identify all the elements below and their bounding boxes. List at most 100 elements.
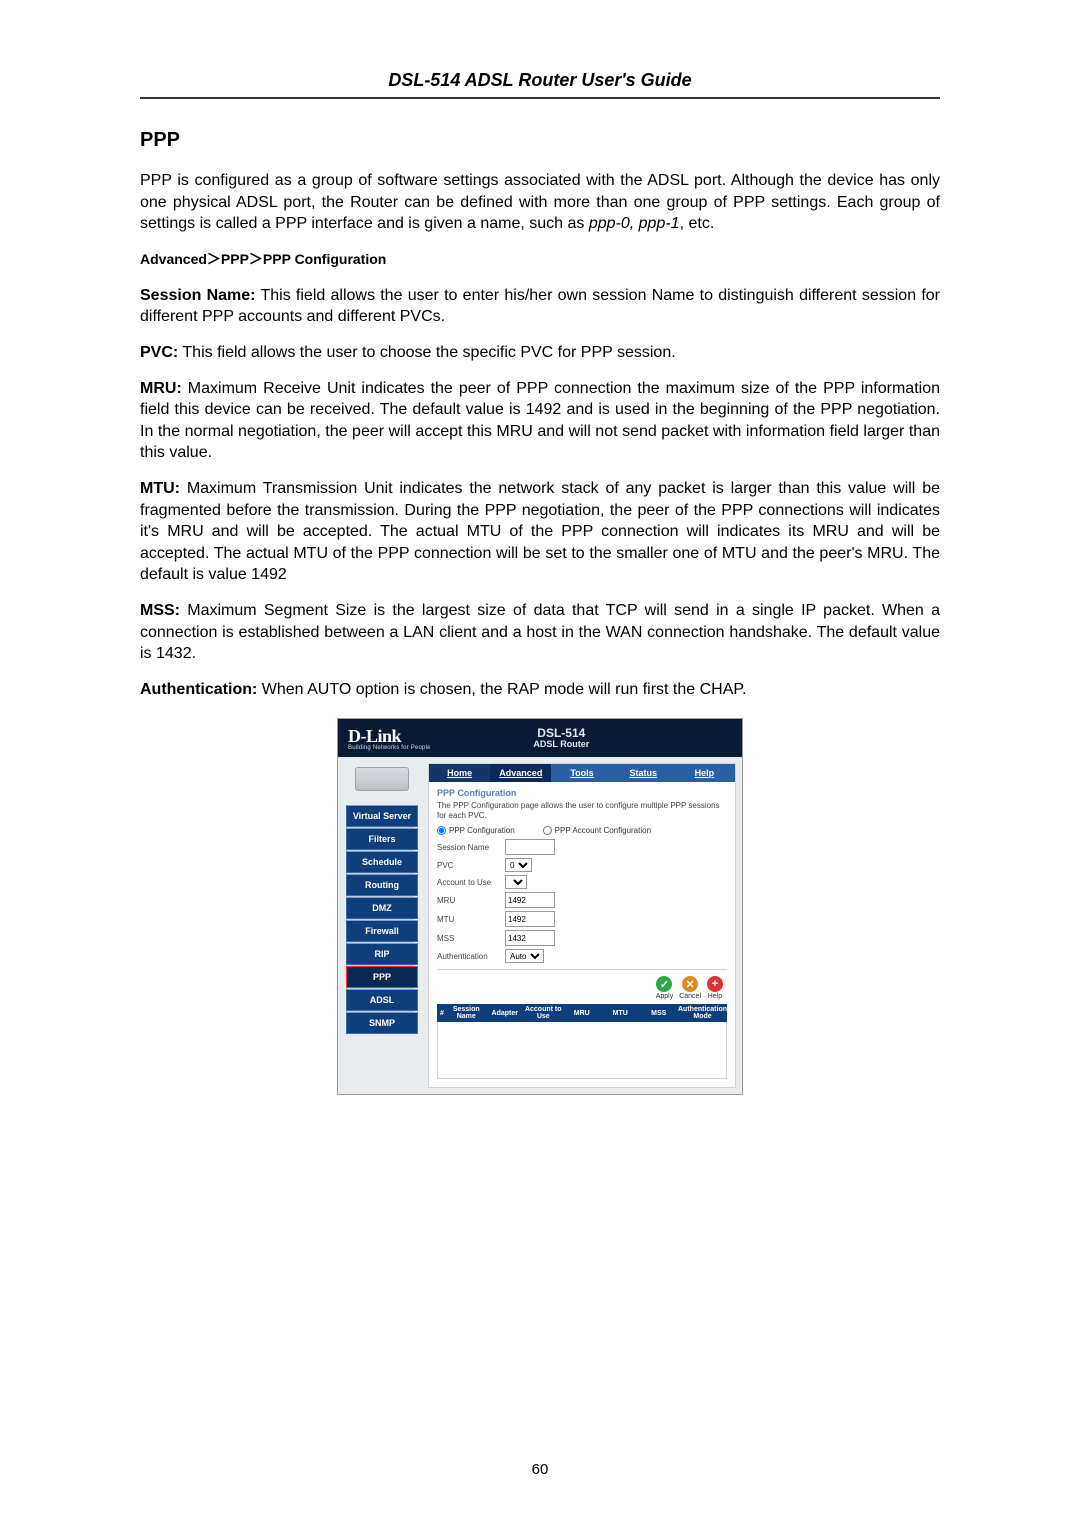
lbl-mtu-f: MTU bbox=[437, 915, 505, 924]
row-account: Account to Use bbox=[437, 875, 727, 889]
shot-body: Virtual ServerFiltersScheduleRoutingDMZF… bbox=[338, 757, 742, 1094]
panel-desc: The PPP Configuration page allows the us… bbox=[437, 801, 727, 820]
para-session-name: Session Name: This field allows the user… bbox=[140, 285, 940, 328]
tab-advanced[interactable]: Advanced bbox=[490, 764, 551, 782]
intro-example: ppp-0, ppp-1 bbox=[589, 215, 680, 232]
lbl-session-name: Session Name bbox=[437, 843, 505, 852]
radio-ppp-account[interactable]: PPP Account Configuration bbox=[543, 826, 651, 835]
text-pvc: This field allows the user to choose the… bbox=[178, 344, 675, 361]
model-block: DSL-514 ADSL Router bbox=[533, 727, 589, 749]
label-auth: Authentication: bbox=[140, 681, 257, 698]
select-account[interactable] bbox=[505, 875, 527, 889]
header-rule bbox=[140, 97, 940, 99]
row-mss: MSS bbox=[437, 930, 727, 946]
table-body-empty bbox=[437, 1022, 727, 1079]
th-num: # bbox=[437, 1010, 447, 1017]
input-session-name[interactable] bbox=[505, 839, 555, 855]
cancel-button[interactable]: ✕Cancel bbox=[679, 976, 701, 1000]
sidebar-item-firewall[interactable]: Firewall bbox=[346, 920, 418, 942]
sidebar-item-snmp[interactable]: SNMP bbox=[346, 1012, 418, 1034]
text-auth: When AUTO option is chosen, the RAP mode… bbox=[257, 681, 746, 698]
label-session-name: Session Name: bbox=[140, 287, 256, 304]
sidebar-item-rip[interactable]: RIP bbox=[346, 943, 418, 965]
lbl-mss-f: MSS bbox=[437, 934, 505, 943]
tab-home[interactable]: Home bbox=[429, 764, 490, 782]
model-sub: ADSL Router bbox=[533, 740, 589, 749]
sidebar-item-virtual-server[interactable]: Virtual Server bbox=[346, 805, 418, 827]
sidebar-item-routing[interactable]: Routing bbox=[346, 874, 418, 896]
radio-ppp-config[interactable]: PPP Configuration bbox=[437, 826, 515, 835]
th-auth: Authentication Mode bbox=[678, 1006, 727, 1020]
breadcrumb: Advanced＞PPP＞PPP Configuration bbox=[140, 249, 940, 269]
top-bar: D-Link Building Networks for People DSL-… bbox=[338, 719, 742, 757]
row-mtu: MTU bbox=[437, 911, 727, 927]
para-mss: MSS: Maximum Segment Size is the largest… bbox=[140, 600, 940, 665]
panel-inner: PPP Configuration The PPP Configuration … bbox=[429, 782, 735, 1087]
para-mtu: MTU: Maximum Transmission Unit indicates… bbox=[140, 478, 940, 586]
text-mtu: Maximum Transmission Unit indicates the … bbox=[140, 480, 940, 583]
text-mru: Maximum Receive Unit indicates the peer … bbox=[140, 380, 940, 462]
section-heading-ppp: PPP bbox=[140, 129, 940, 152]
label-mru: MRU: bbox=[140, 380, 182, 397]
apply-button[interactable]: ✓Apply bbox=[656, 976, 674, 1000]
panel-title: PPP Configuration bbox=[437, 788, 727, 798]
label-pvc: PVC: bbox=[140, 344, 178, 361]
sidebar-item-filters[interactable]: Filters bbox=[346, 828, 418, 850]
radio-row: PPP Configuration PPP Account Configurat… bbox=[437, 826, 727, 835]
apply-label: Apply bbox=[656, 993, 674, 1000]
help-button[interactable]: +Help bbox=[707, 976, 723, 1000]
label-mss: MSS: bbox=[140, 602, 180, 619]
sidebar-item-adsl[interactable]: ADSL bbox=[346, 989, 418, 1011]
router-icon bbox=[355, 767, 409, 791]
th-mss: MSS bbox=[640, 1010, 679, 1017]
lbl-account: Account to Use bbox=[437, 878, 505, 887]
lbl-auth-f: Authentication bbox=[437, 952, 505, 961]
tab-help[interactable]: Help bbox=[674, 764, 735, 782]
check-icon: ✓ bbox=[656, 976, 672, 992]
radio-ppp-config-label: PPP Configuration bbox=[449, 826, 515, 835]
text-mss: Maximum Segment Size is the largest size… bbox=[140, 602, 940, 662]
th-mru: MRU bbox=[563, 1010, 602, 1017]
select-pvc[interactable]: 0 bbox=[505, 858, 532, 872]
model-name: DSL-514 bbox=[533, 727, 589, 740]
th-mtu: MTU bbox=[601, 1010, 640, 1017]
intro-text: PPP is configured as a group of software… bbox=[140, 172, 940, 232]
th-session: Session Name bbox=[447, 1006, 486, 1020]
table-header: # Session Name Adapter Account to Use MR… bbox=[437, 1004, 727, 1022]
radio-ppp-config-input[interactable] bbox=[437, 826, 446, 835]
tab-bar: Home Advanced Tools Status Help bbox=[429, 764, 735, 782]
running-header: DSL-514 ADSL Router User's Guide bbox=[140, 70, 940, 91]
sidebar-item-dmz[interactable]: DMZ bbox=[346, 897, 418, 919]
tab-tools[interactable]: Tools bbox=[551, 764, 612, 782]
brand-logo: D-Link bbox=[348, 726, 431, 747]
router-ui-screenshot: D-Link Building Networks for People DSL-… bbox=[337, 718, 743, 1095]
text-session-name: This field allows the user to enter his/… bbox=[140, 287, 940, 326]
row-mru: MRU bbox=[437, 892, 727, 908]
intro-tail: , etc. bbox=[680, 215, 715, 232]
brand-tagline: Building Networks for People bbox=[348, 745, 431, 751]
brand-block: D-Link Building Networks for People bbox=[348, 726, 431, 751]
intro-paragraph: PPP is configured as a group of software… bbox=[140, 170, 940, 235]
cancel-label: Cancel bbox=[679, 993, 701, 1000]
row-auth: AuthenticationAuto bbox=[437, 949, 727, 963]
select-auth[interactable]: Auto bbox=[505, 949, 544, 963]
help-label: Help bbox=[708, 993, 722, 1000]
row-pvc: PVC0 bbox=[437, 858, 727, 872]
para-pvc: PVC: This field allows the user to choos… bbox=[140, 342, 940, 364]
th-account: Account to Use bbox=[524, 1006, 563, 1020]
page-number: 60 bbox=[0, 1461, 1080, 1478]
sidebar-item-ppp[interactable]: PPP bbox=[346, 966, 418, 988]
radio-ppp-account-input[interactable] bbox=[543, 826, 552, 835]
label-mtu: MTU: bbox=[140, 480, 180, 497]
sidebar: Virtual ServerFiltersScheduleRoutingDMZF… bbox=[338, 757, 426, 1094]
input-mtu[interactable] bbox=[505, 911, 555, 927]
plus-icon: + bbox=[707, 976, 723, 992]
input-mru[interactable] bbox=[505, 892, 555, 908]
action-row: ✓Apply ✕Cancel +Help bbox=[437, 969, 727, 1000]
tab-status[interactable]: Status bbox=[613, 764, 674, 782]
input-mss[interactable] bbox=[505, 930, 555, 946]
radio-ppp-account-label: PPP Account Configuration bbox=[555, 826, 651, 835]
lbl-mru-f: MRU bbox=[437, 896, 505, 905]
close-icon: ✕ bbox=[682, 976, 698, 992]
sidebar-item-schedule[interactable]: Schedule bbox=[346, 851, 418, 873]
